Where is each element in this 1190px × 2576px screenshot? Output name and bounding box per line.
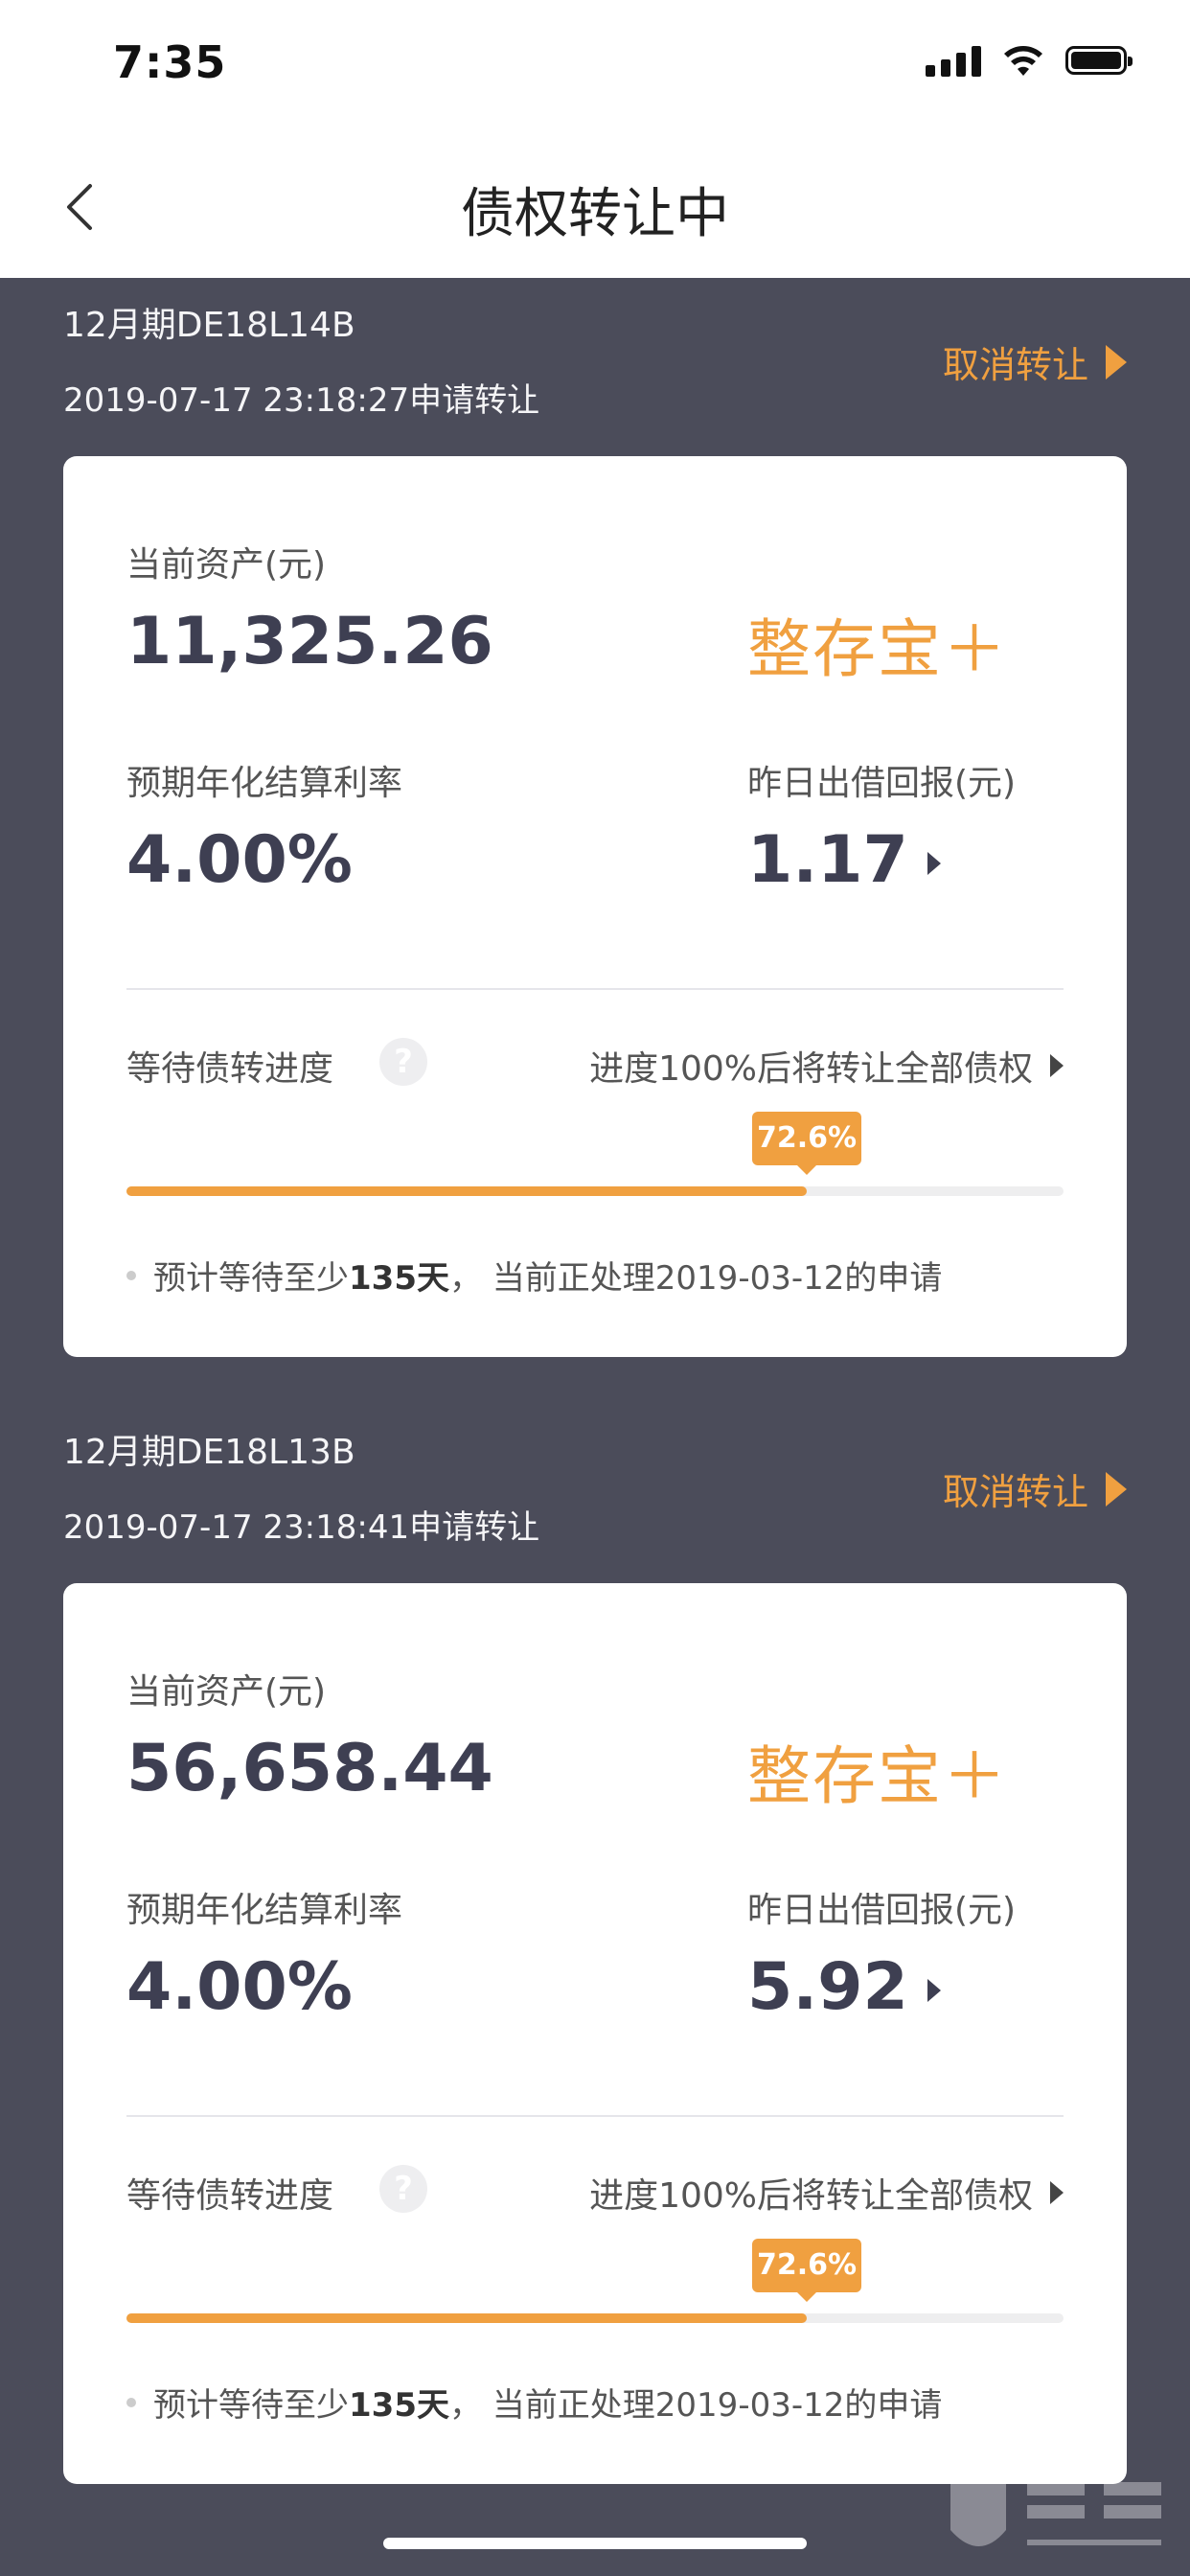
current-assets-label: 当前资产(元) xyxy=(126,1672,327,1712)
yesterday-return-link[interactable]: 5.92 xyxy=(747,1949,941,2025)
divider xyxy=(126,2115,1064,2117)
yesterday-return-value: 1.17 xyxy=(747,822,908,898)
page-title: 债权转让中 xyxy=(461,183,729,245)
yesterday-return-link[interactable]: 1.17 xyxy=(747,822,941,898)
expected-rate-value: 4.00% xyxy=(126,1949,353,2025)
current-assets-value: 11,325.26 xyxy=(126,604,493,679)
wifi-icon xyxy=(1004,46,1042,76)
progress-percentage: 72.6% xyxy=(752,2239,862,2302)
home-indicator[interactable] xyxy=(383,2538,807,2549)
progress-label: 等待债转进度 xyxy=(126,2176,334,2216)
expected-rate-value: 4.00% xyxy=(126,822,353,898)
cancel-transfer-button[interactable]: 取消转让 xyxy=(943,335,1127,388)
wait-days: 135天 xyxy=(349,1259,449,1298)
product-name: 整存宝＋ xyxy=(747,612,1008,686)
status-time: 7:35 xyxy=(113,36,227,88)
divider xyxy=(126,988,1064,990)
apply-time: 2019-07-17 23:18:41申请转让 xyxy=(63,1508,540,1547)
progress-label: 等待债转进度 xyxy=(126,1049,334,1089)
wait-note-suffix: ， 当前正处理2019-03-12的申请 xyxy=(448,1259,943,1298)
cancel-transfer-label: 取消转让 xyxy=(942,1471,1088,1513)
transfer-card: 当前资产(元) 56,658.44 整存宝＋ 预期年化结算利率 4.00% 昨日… xyxy=(63,1583,1127,2484)
caret-right-icon xyxy=(1050,2181,1064,2204)
play-arrow-icon xyxy=(1106,1471,1127,1506)
apply-time: 2019-07-17 23:18:27申请转让 xyxy=(63,381,540,420)
yesterday-return-label: 昨日出借回报(元) xyxy=(747,764,1017,803)
loan-code: 12月期DE18L13B xyxy=(63,1433,355,1472)
product-name: 整存宝＋ xyxy=(747,1739,1008,1813)
bullet-dot xyxy=(126,2397,136,2407)
status-icons xyxy=(926,44,1133,77)
help-icon[interactable]: ? xyxy=(379,2165,427,2213)
yesterday-return-label: 昨日出借回报(元) xyxy=(747,1891,1017,1930)
cancel-transfer-label: 取消转让 xyxy=(942,344,1088,386)
caret-right-icon xyxy=(1050,1054,1064,1077)
wait-days: 135天 xyxy=(349,2386,449,2425)
progress-rule-text: 进度100%后将转让全部债权 xyxy=(589,1049,1033,1089)
caret-right-icon xyxy=(927,1979,941,2003)
loan-code: 12月期DE18L14B xyxy=(63,306,355,345)
current-assets-label: 当前资产(元) xyxy=(126,545,327,585)
top-bar: 7:35 债权转让中 xyxy=(0,0,1190,278)
bullet-dot xyxy=(126,1270,136,1280)
current-assets-value: 56,658.44 xyxy=(126,1731,493,1806)
expected-rate-label: 预期年化结算利率 xyxy=(126,1891,403,1930)
transfer-header: 12月期DE18L13B 2019-07-17 23:18:41申请转让 取消转… xyxy=(0,1405,1190,1568)
progress-rule-link[interactable]: 进度100%后将转让全部债权 xyxy=(589,1041,1064,1091)
progress-percentage: 72.6% xyxy=(752,1112,862,1175)
play-arrow-icon xyxy=(1106,344,1127,380)
progress-track xyxy=(126,2313,1064,2323)
wait-note-prefix: 预计等待至少 xyxy=(153,1259,349,1298)
battery-icon xyxy=(1065,46,1133,75)
transfer-header: 12月期DE18L14B 2019-07-17 23:18:27申请转让 取消转… xyxy=(0,278,1190,441)
progress-fill xyxy=(126,1186,808,1196)
wait-note: 预计等待至少 135天， 当前正处理2019-03-12的申请 xyxy=(126,1252,942,1299)
yesterday-return-value: 5.92 xyxy=(747,1949,908,2025)
progress-rule-text: 进度100%后将转让全部债权 xyxy=(589,2176,1033,2216)
cellular-signal-icon xyxy=(926,44,981,77)
wait-note: 预计等待至少 135天， 当前正处理2019-03-12的申请 xyxy=(126,2379,942,2426)
help-icon[interactable]: ? xyxy=(379,1038,427,1086)
progress-fill xyxy=(126,2313,808,2323)
cat-watermark-icon xyxy=(950,2471,1161,2546)
progress-track xyxy=(126,1186,1064,1196)
caret-right-icon xyxy=(927,852,941,876)
wait-note-prefix: 预计等待至少 xyxy=(153,2386,349,2425)
expected-rate-label: 预期年化结算利率 xyxy=(126,764,403,803)
wait-note-suffix: ， 当前正处理2019-03-12的申请 xyxy=(448,2386,943,2425)
transfer-card: 当前资产(元) 11,325.26 整存宝＋ 预期年化结算利率 4.00% 昨日… xyxy=(63,456,1127,1357)
cancel-transfer-button[interactable]: 取消转让 xyxy=(943,1462,1127,1515)
progress-rule-link[interactable]: 进度100%后将转让全部债权 xyxy=(589,2168,1064,2218)
